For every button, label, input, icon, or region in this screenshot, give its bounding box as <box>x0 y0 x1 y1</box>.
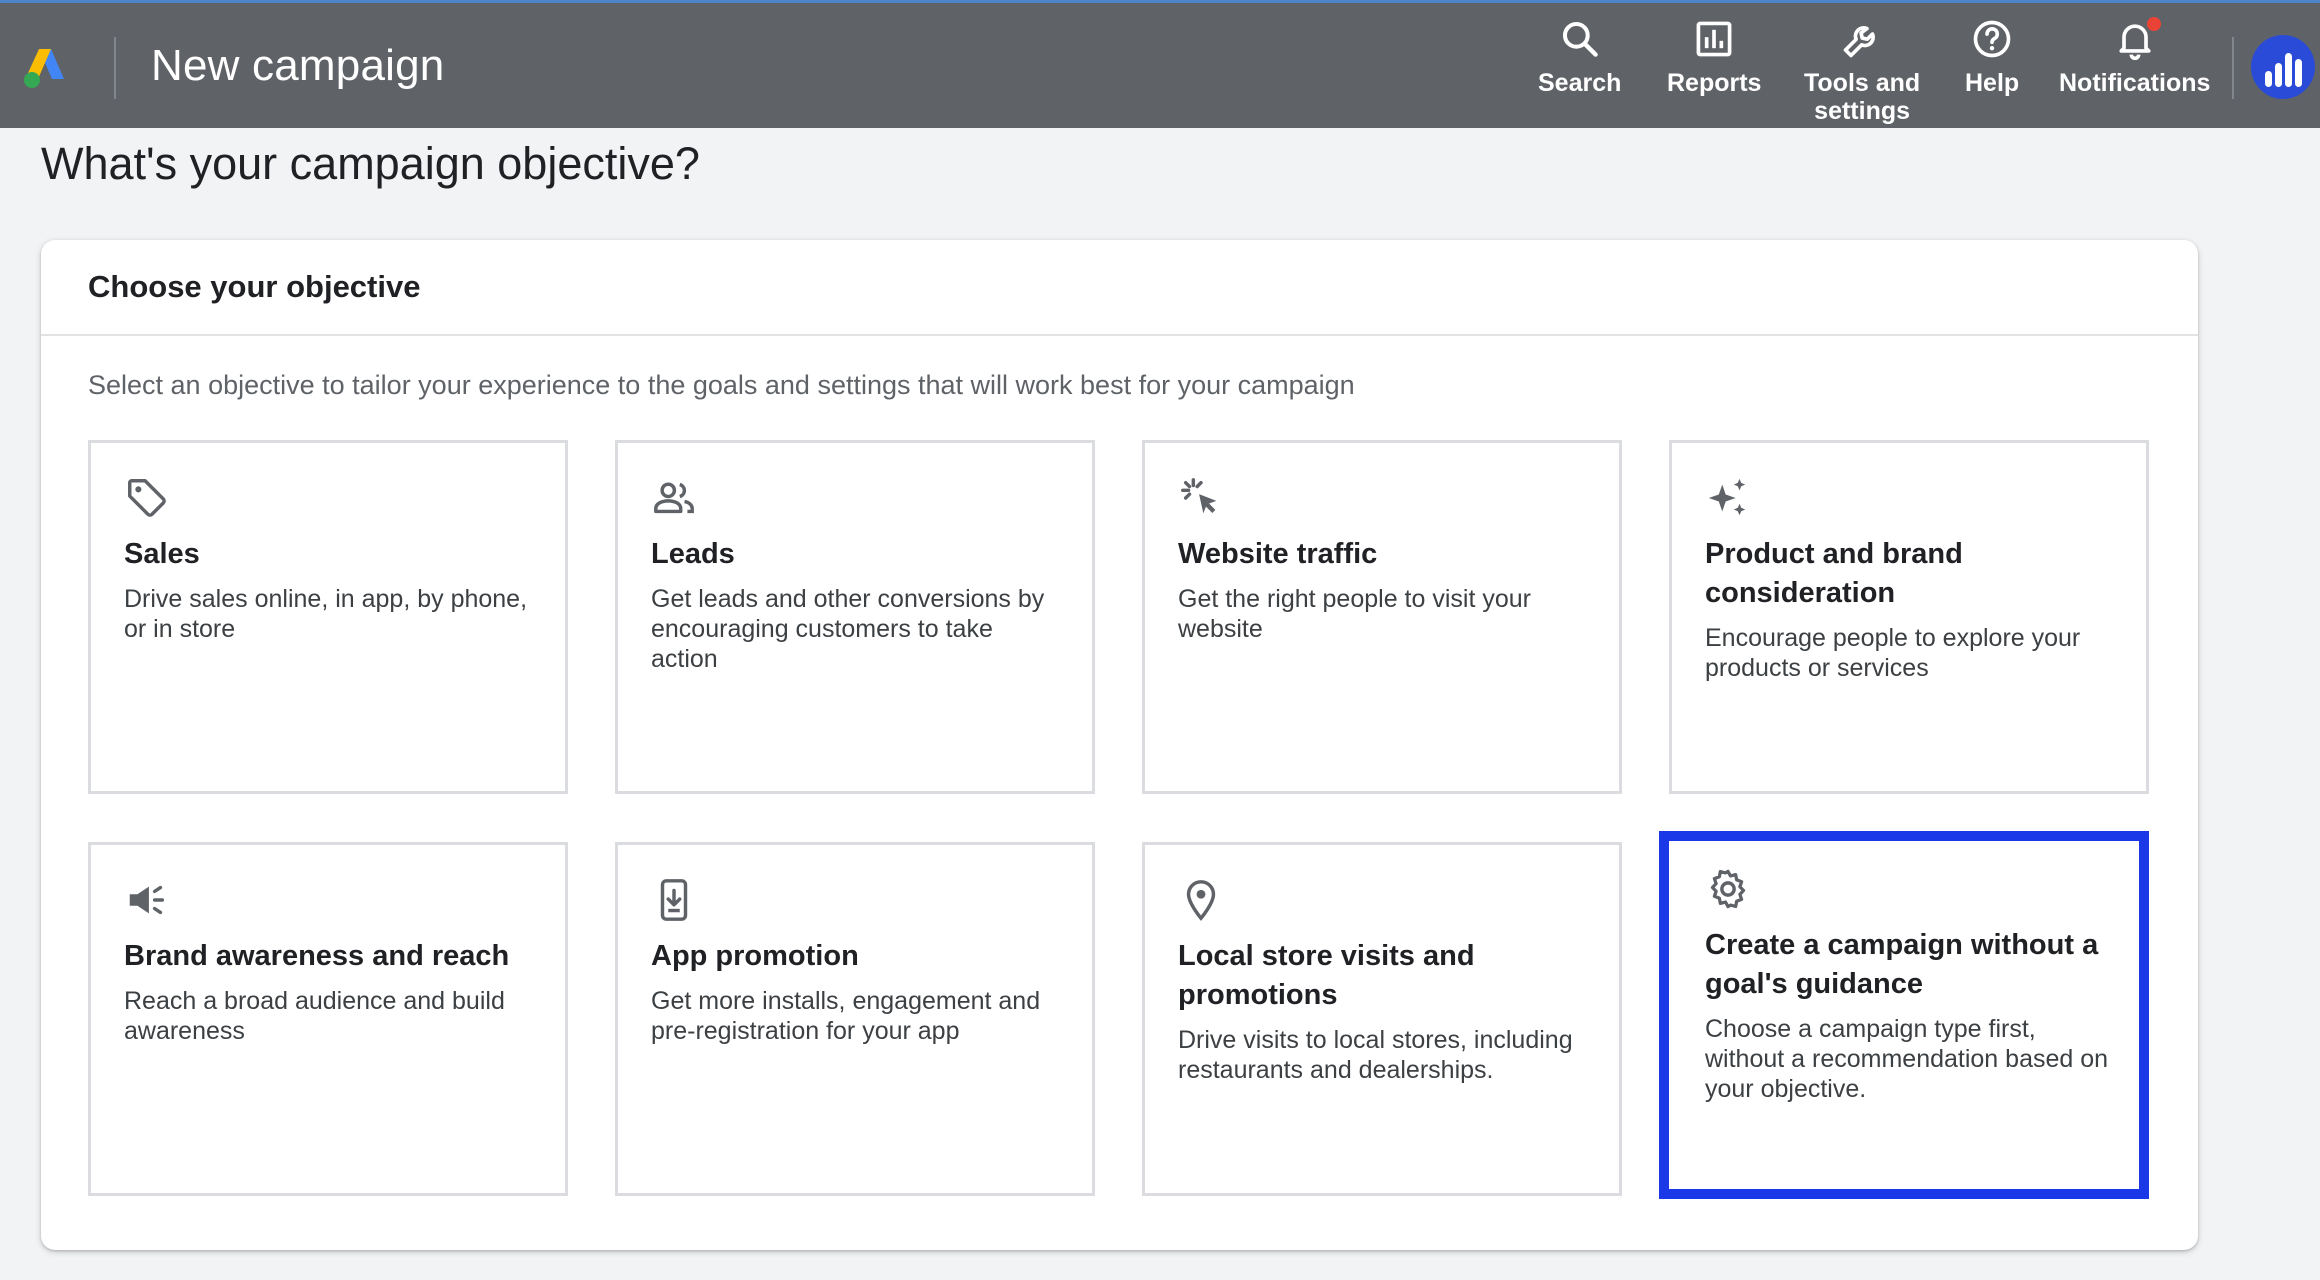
google-ads-logo[interactable] <box>20 43 70 93</box>
nav-tools-button[interactable]: Tools and settings <box>1804 17 1920 125</box>
sparkle-icon <box>1708 478 1746 516</box>
nav-reports-label: Reports <box>1667 69 1762 97</box>
objective-description: Reach a broad audience and build awarene… <box>124 987 505 1045</box>
objective-title: Brand awareness and reach <box>124 940 510 972</box>
objective-card-local-store-visits[interactable]: Local store visits and promotions Drive … <box>1142 842 1622 1196</box>
nav-help-button[interactable]: Help <box>1965 17 2019 97</box>
objective-title: Local store visits and promotions <box>1178 940 1475 1011</box>
tag-icon <box>128 479 166 517</box>
notification-icon-wrap <box>2113 17 2161 61</box>
objective-description: Choose a campaign type first, without a … <box>1705 1015 2109 1103</box>
cursor-click-icon <box>1181 478 1217 514</box>
top-app-bar: New campaign Search Reports Tools and se… <box>0 0 2320 128</box>
objective-card-website-traffic[interactable]: Website traffic Get the right people to … <box>1142 440 1622 794</box>
panel-description: Select an objective to tailor your exper… <box>88 370 1355 400</box>
objective-title: Create a campaign without a goal's guida… <box>1705 929 2099 1000</box>
bar-chart-icon <box>1696 21 1732 57</box>
objective-card-no-guidance[interactable]: Create a campaign without a goal's guida… <box>1659 831 2149 1199</box>
objective-description: Drive sales online, in app, by phone, or… <box>124 585 528 643</box>
nav-help-label: Help <box>1965 69 2020 97</box>
app-title: New campaign <box>151 41 445 90</box>
objective-card-leads[interactable]: Leads Get leads and other conversions by… <box>615 440 1095 794</box>
wrench-icon <box>1843 26 1875 58</box>
objective-description: Drive visits to local stores, including … <box>1178 1026 1573 1084</box>
objective-card-sales[interactable]: Sales Drive sales online, in app, by pho… <box>88 440 568 794</box>
objective-title: Leads <box>651 538 735 570</box>
objective-card-app-promotion[interactable]: App promotion Get more installs, engagem… <box>615 842 1095 1196</box>
location-pin-icon <box>1186 880 1216 921</box>
nav-notifications-button[interactable]: Notifications <box>2059 17 2210 97</box>
nav-notifications-label: Notifications <box>2059 69 2211 97</box>
objective-card-product-brand-consideration[interactable]: Product and brand consideration Encourag… <box>1669 440 2149 794</box>
panel-title: Choose your objective <box>88 269 421 304</box>
nav-tools-label: Tools and settings <box>1804 69 1921 125</box>
objective-title: Website traffic <box>1178 538 1378 570</box>
objective-title: Product and brand consideration <box>1705 538 1963 609</box>
objective-title: App promotion <box>651 940 859 972</box>
objective-description: Get leads and other conversions by encou… <box>651 585 1045 673</box>
people-icon <box>654 482 694 514</box>
objective-card-brand-awareness[interactable]: Brand awareness and reach Reach a broad … <box>88 842 568 1196</box>
megaphone-icon <box>129 885 165 915</box>
page-title: What's your campaign objective? <box>41 138 700 189</box>
objective-description: Encourage people to explore your product… <box>1705 624 2081 682</box>
notification-badge-dot <box>2146 17 2161 31</box>
objective-description: Get the right people to visit your websi… <box>1178 585 1531 643</box>
avatar-divider <box>2232 37 2234 99</box>
phone-download-icon <box>660 879 688 921</box>
panel-header: Choose your objective <box>41 240 2198 336</box>
profile-avatar[interactable] <box>2251 35 2315 99</box>
objective-title: Sales <box>124 538 200 570</box>
objective-description: Get more installs, engagement and pre-re… <box>651 987 1041 1045</box>
objective-panel: Choose your objective Select an objectiv… <box>41 240 2198 1250</box>
nav-search-label: Search <box>1538 69 1622 97</box>
gear-icon <box>1710 869 1746 909</box>
nav-reports-button[interactable]: Reports <box>1667 17 1761 97</box>
title-divider <box>114 37 116 99</box>
avatar-bars-icon <box>2265 53 2302 87</box>
help-circle-icon <box>1973 20 2011 58</box>
nav-search-button[interactable]: Search <box>1538 17 1621 97</box>
search-icon <box>1562 21 1598 57</box>
